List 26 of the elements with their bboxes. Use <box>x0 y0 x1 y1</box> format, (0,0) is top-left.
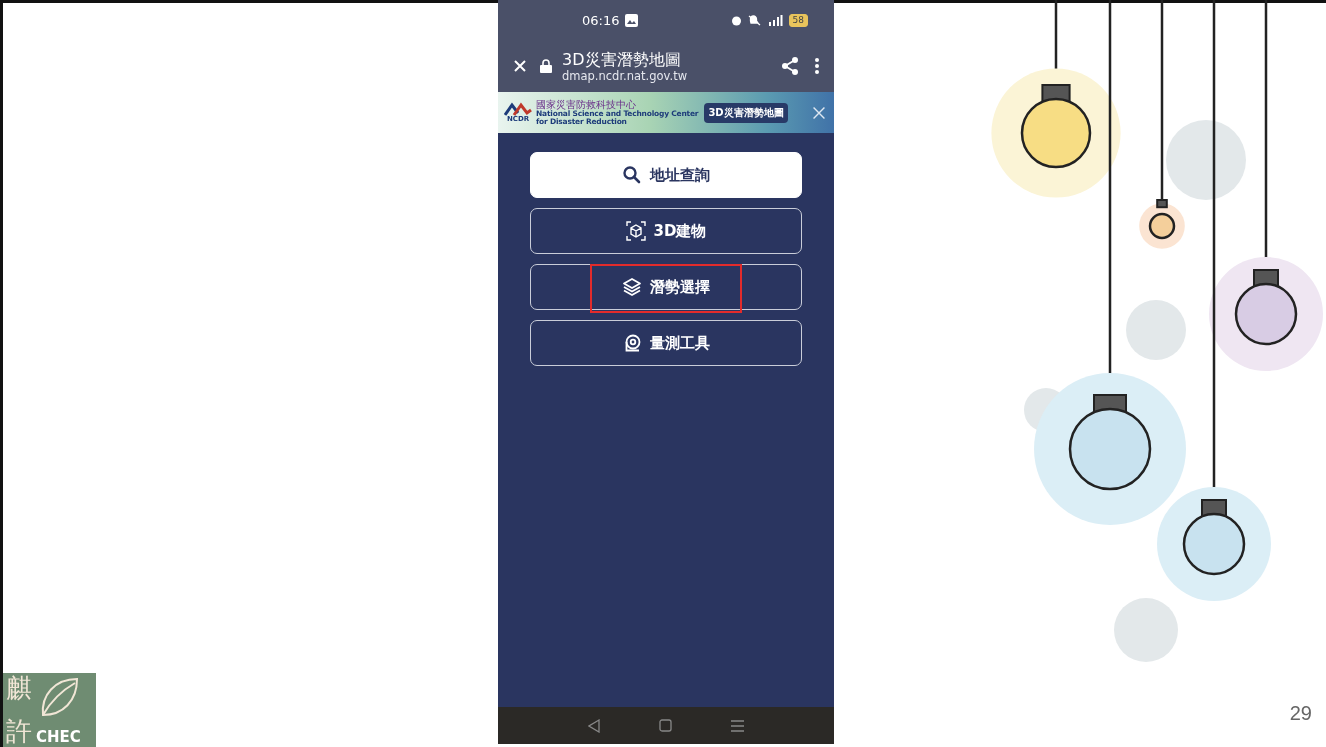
home-button[interactable] <box>657 717 674 734</box>
logo-character: 許 <box>6 717 32 745</box>
menu-button[interactable]: 潛勢選擇 <box>530 264 802 310</box>
mountain-logo-icon <box>504 102 532 116</box>
image-notification-icon <box>625 13 639 27</box>
organization-name: 國家災害防救科技中心 <box>536 100 636 110</box>
more-options-icon <box>814 57 820 75</box>
status-time: 06:16 <box>582 12 620 28</box>
logo-character: 麒 <box>6 675 32 703</box>
layers-icon <box>622 277 642 297</box>
page-title: 3D災害潛勢地圖 <box>562 49 682 69</box>
signal-icon <box>766 14 783 26</box>
menu-button[interactable]: 量測工具 <box>530 320 802 366</box>
menu-button[interactable]: 3D建物 <box>530 208 802 254</box>
battery-level: 58 <box>788 13 808 27</box>
lock-icon <box>540 59 552 73</box>
page-number: 29 <box>1289 702 1312 725</box>
menu-button[interactable]: 地址查詢 <box>530 152 802 198</box>
cube-icon <box>625 221 646 241</box>
page-url: dmap.ncdr.nat.gov.tw <box>562 68 689 83</box>
logo-wordmark: CHEC <box>36 730 81 745</box>
mute-icon <box>747 14 761 26</box>
more-options-button[interactable] <box>812 55 822 77</box>
menu-button[interactable] <box>729 717 747 734</box>
app-name-badge: 3D災害潛勢地圖 <box>704 102 788 123</box>
search-icon <box>622 165 642 185</box>
